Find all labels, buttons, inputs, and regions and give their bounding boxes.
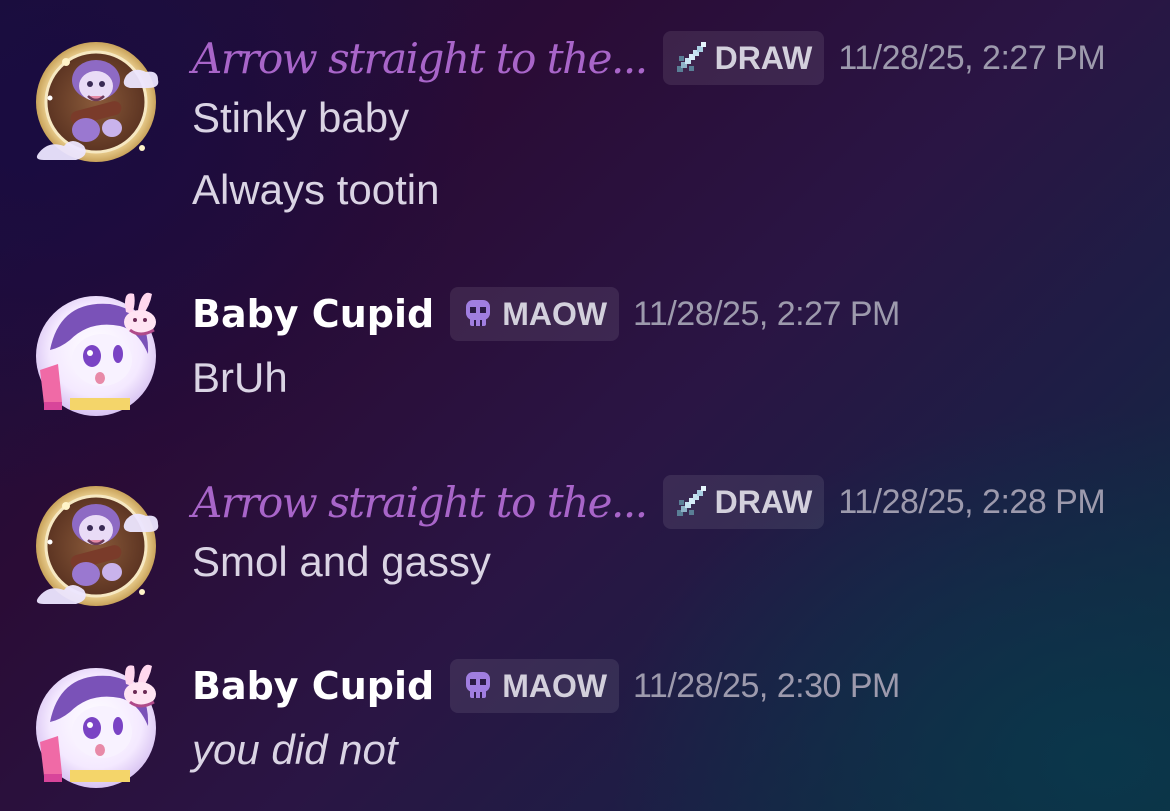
- server-tag[interactable]: MAOW: [450, 287, 620, 341]
- tag-label: MAOW: [502, 295, 608, 332]
- timestamp[interactable]: 11/28/25, 2:27 PM: [838, 39, 1105, 78]
- author-name[interactable]: Baby Cupid: [192, 664, 434, 708]
- message-header: Arrow straight to the... DRAW 11/28/25, …: [192, 474, 1106, 530]
- author-name[interactable]: Arrow straight to the...: [192, 478, 648, 527]
- timestamp[interactable]: 11/28/25, 2:30 PM: [633, 667, 900, 706]
- server-tag[interactable]: DRAW: [662, 31, 825, 85]
- message-header: Baby Cupid MAOW 11/28/25, 2:27 PM: [192, 286, 900, 342]
- server-tag[interactable]: MAOW: [450, 659, 620, 713]
- message-line: Always tootin: [192, 166, 440, 213]
- message-header: Arrow straight to the... DRAW 11/28/25, …: [192, 30, 1106, 86]
- message-line: Stinky baby: [192, 94, 410, 141]
- avatar-arrow[interactable]: [30, 36, 162, 168]
- timestamp[interactable]: 11/28/25, 2:27 PM: [633, 295, 900, 334]
- skull-icon: [466, 672, 491, 698]
- avatar-baby-cupid[interactable]: [30, 290, 162, 422]
- skull-icon: [466, 300, 491, 326]
- message-line: Smol and gassy: [192, 538, 491, 585]
- tag-label: DRAW: [714, 39, 813, 76]
- tag-label: DRAW: [714, 483, 813, 520]
- sword-icon: [676, 486, 706, 516]
- author-name[interactable]: Baby Cupid: [192, 292, 434, 336]
- message-header: Baby Cupid MAOW 11/28/25, 2:30 PM: [192, 658, 900, 714]
- tag-label: MAOW: [502, 667, 608, 704]
- avatar-cupid-icon: [36, 664, 156, 788]
- sword-icon: [676, 42, 706, 72]
- avatar-cupid-icon: [36, 292, 156, 416]
- message-line: BrUh: [192, 354, 288, 401]
- avatar-arrow-icon: [36, 42, 159, 162]
- message-line: you did not: [192, 726, 398, 773]
- avatar-arrow[interactable]: [30, 480, 162, 612]
- avatar-baby-cupid[interactable]: [30, 662, 162, 794]
- server-tag[interactable]: DRAW: [662, 475, 825, 529]
- timestamp[interactable]: 11/28/25, 2:28 PM: [838, 483, 1105, 522]
- avatar-arrow-icon: [36, 486, 159, 606]
- author-name[interactable]: Arrow straight to the...: [192, 34, 648, 83]
